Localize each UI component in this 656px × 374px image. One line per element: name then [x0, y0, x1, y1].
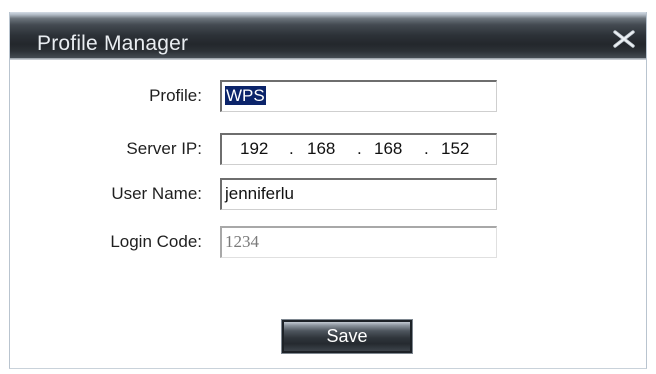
server-ip-input[interactable]: 192 . 168 . 168 . 152 — [220, 133, 497, 165]
profile-row: Profile: WPS — [10, 80, 646, 114]
login-code-row: Login Code: 1234 — [10, 226, 646, 260]
server-ip-row: Server IP: 192 . 168 . 168 . 152 — [10, 133, 646, 167]
ip-octet-1[interactable]: 192 — [240, 139, 268, 159]
save-button[interactable]: Save — [281, 319, 413, 354]
title-bar[interactable]: Profile Manager — [10, 12, 646, 60]
profile-label: Profile: — [149, 86, 202, 105]
dialog-title: Profile Manager — [37, 32, 189, 55]
ip-octet-2[interactable]: 168 — [307, 139, 335, 159]
profile-manager-dialog: Profile Manager Profile: WPS Server IP: … — [9, 12, 647, 369]
close-icon[interactable] — [612, 30, 636, 48]
ip-octet-4[interactable]: 152 — [441, 139, 469, 159]
user-name-label: User Name: — [111, 184, 202, 203]
login-code-input: 1234 — [220, 226, 497, 258]
login-code-label: Login Code: — [110, 232, 202, 251]
ip-separator: . — [357, 139, 362, 158]
ip-separator: . — [424, 139, 429, 158]
server-ip-label: Server IP: — [126, 139, 202, 158]
ip-separator: . — [289, 139, 294, 158]
profile-value: WPS — [225, 86, 266, 105]
ip-octet-3[interactable]: 168 — [374, 139, 402, 159]
user-name-input[interactable]: jenniferlu — [220, 178, 497, 210]
user-name-row: User Name: jenniferlu — [10, 178, 646, 212]
profile-input[interactable]: WPS — [220, 80, 497, 112]
